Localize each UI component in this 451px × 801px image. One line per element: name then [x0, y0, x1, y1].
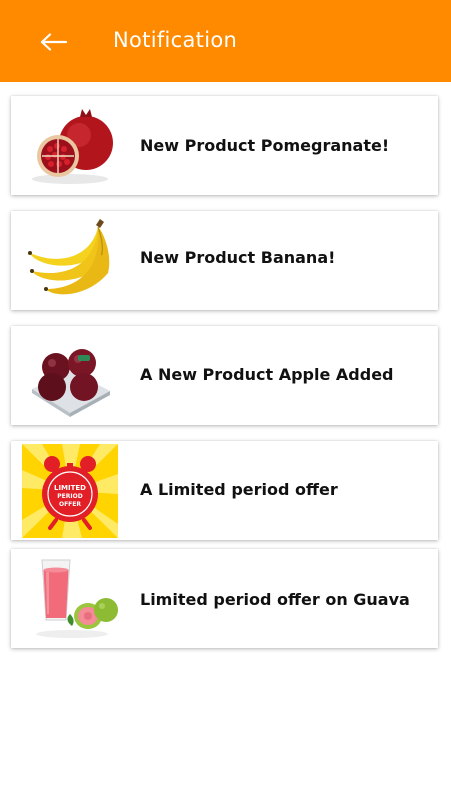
- notification-item[interactable]: A New Product Apple Added: [11, 326, 438, 425]
- guava-juice-image: [36, 559, 118, 638]
- notification-item[interactable]: LIMITED PERIOD OFFER A Limited period of…: [11, 441, 438, 540]
- back-button[interactable]: [36, 26, 72, 58]
- arrow-left-icon: [40, 33, 68, 51]
- banana-image: [28, 219, 110, 295]
- notification-item[interactable]: Limited period offer on Guava: [11, 549, 438, 648]
- notification-text: New Product Banana!: [140, 248, 336, 267]
- notification-text: Limited period offer on Guava: [140, 590, 410, 609]
- notification-item[interactable]: New Product Pomegranate!: [11, 96, 438, 195]
- notification-text: A Limited period offer: [140, 480, 338, 499]
- notification-text: New Product Pomegranate!: [140, 136, 390, 155]
- app-bar: Notification: [0, 0, 451, 82]
- offer-badge-text: LIMITED: [54, 484, 86, 492]
- pomegranate-image: [32, 109, 113, 184]
- offer-badge-text: OFFER: [59, 501, 81, 508]
- page-title: Notification: [113, 28, 238, 52]
- notification-text: A New Product Apple Added: [140, 365, 394, 384]
- notification-item[interactable]: New Product Banana!: [11, 211, 438, 310]
- offer-badge-text: PERIOD: [57, 493, 82, 500]
- limited-offer-clock-image: LIMITED PERIOD OFFER: [22, 444, 118, 538]
- apple-image: [32, 349, 110, 417]
